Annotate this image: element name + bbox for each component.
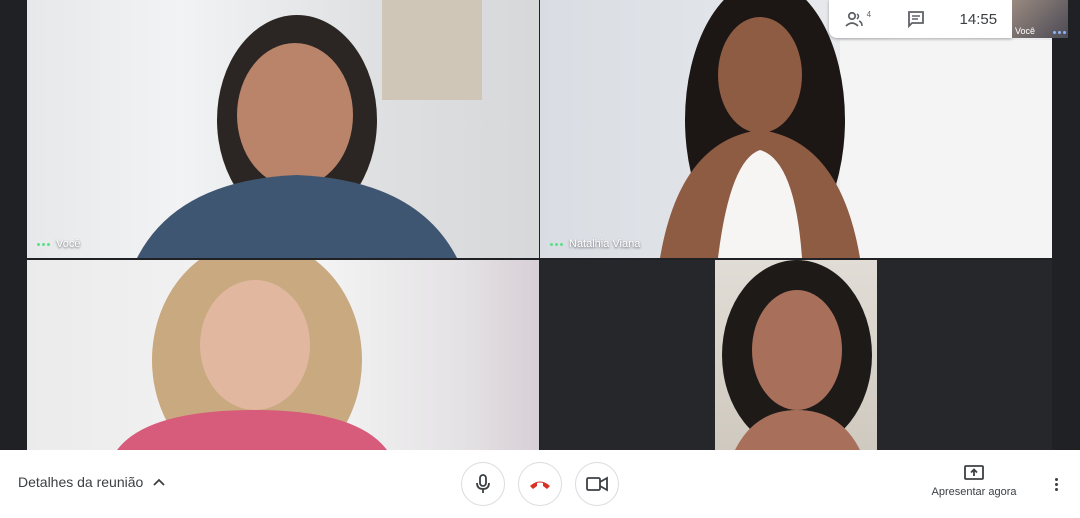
present-now-button[interactable]: Apresentar agora (928, 464, 1020, 498)
chat-icon (907, 11, 924, 28)
present-now-label: Apresentar agora (931, 486, 1017, 498)
meeting-details-button[interactable]: Detalhes da reunião (18, 474, 165, 490)
meeting-clock: 14:55 (959, 10, 998, 28)
video-tile-participant-3[interactable] (27, 260, 539, 450)
participant-name-tag: Natalhia Viana (550, 238, 640, 250)
speaking-indicator-icon (550, 242, 563, 246)
top-controls-panel: 4 14:55 (829, 0, 1012, 38)
meeting-details-label: Detalhes da reunião (18, 474, 144, 490)
participant-video (137, 0, 482, 258)
video-tile-voce[interactable]: Você (27, 0, 539, 258)
self-view-label: Você (1015, 26, 1036, 36)
speaking-indicator-icon (37, 242, 50, 246)
microphone-icon (476, 474, 490, 493)
more-dots-icon (1053, 31, 1066, 34)
self-view-thumbnail[interactable]: Você (1012, 0, 1068, 38)
hang-up-button[interactable] (518, 462, 562, 506)
video-tile-participant-4[interactable] (715, 260, 877, 450)
camera-icon (586, 476, 608, 492)
participant-video (660, 0, 1052, 258)
participant-video (117, 260, 387, 450)
people-icon (845, 11, 863, 27)
hang-up-icon (530, 481, 550, 489)
participant-name-tag: Você (37, 238, 80, 250)
camera-button[interactable] (575, 462, 619, 506)
video-tile-natalhia[interactable]: Natalhia Viana (540, 0, 1052, 258)
present-screen-icon (964, 465, 984, 480)
participants-count: 4 (866, 9, 872, 19)
more-vert-icon[interactable] (1046, 474, 1066, 494)
chat-button[interactable] (902, 5, 930, 33)
chevron-up-icon (153, 478, 165, 486)
participant-name: Você (56, 238, 81, 250)
microphone-button[interactable] (461, 462, 505, 506)
participant-video (722, 260, 872, 450)
participants-button[interactable]: 4 (844, 5, 872, 33)
bottom-control-bar: Detalhes da reunião Apresentar agora (0, 450, 1080, 518)
participant-name: Natalhia Viana (569, 238, 641, 250)
